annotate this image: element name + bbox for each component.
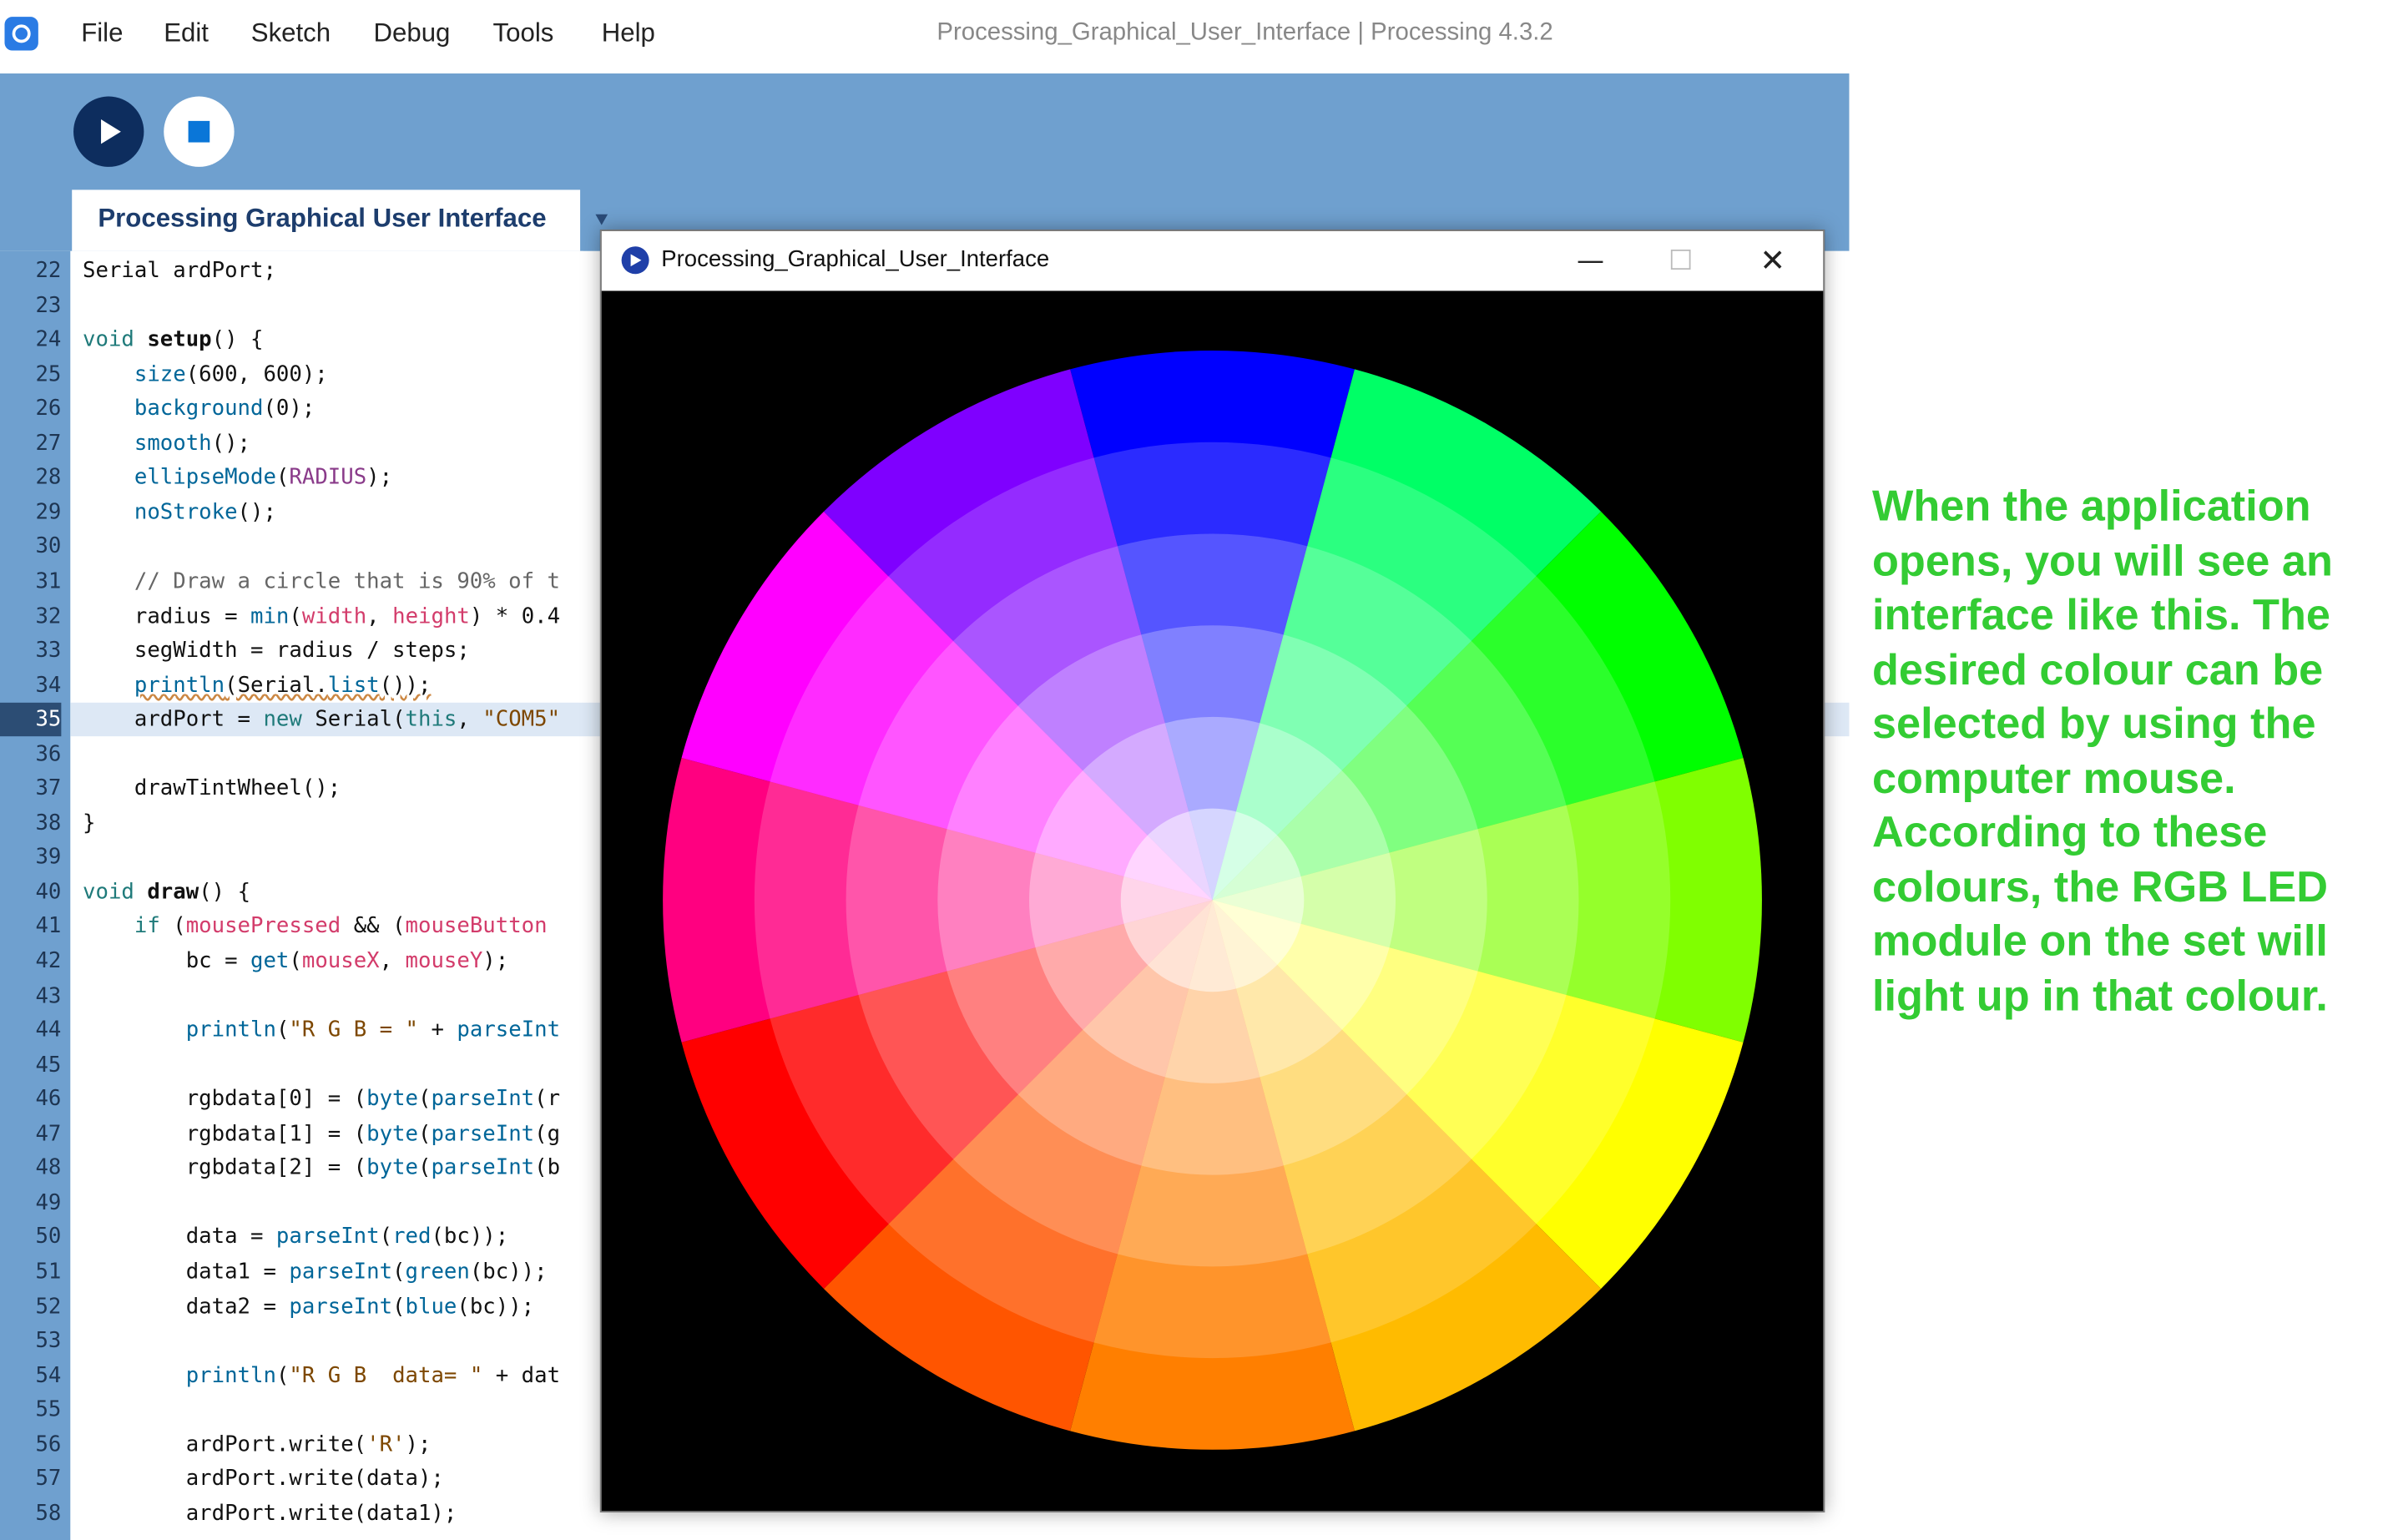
color-wheel[interactable] (602, 290, 1824, 1511)
stage: File Edit Sketch Debug Tools Help Proces… (0, 0, 2388, 1540)
code-text: void draw() { (83, 880, 251, 905)
menu-bar: File Edit Sketch Debug Tools Help Proces… (0, 0, 1850, 75)
code-text: ellipseMode(RADIUS); (134, 466, 393, 491)
line-number: 40 (35, 880, 62, 905)
line-number: 44 (35, 1017, 62, 1043)
line-number: 55 (35, 1397, 62, 1423)
sketch-window: Processing_Graphical_User_Interface — ☐ … (599, 230, 1825, 1512)
line-number: 53 (35, 1328, 62, 1354)
menu-file[interactable]: File (81, 18, 123, 49)
line-number: 50 (35, 1224, 62, 1250)
line-number: 30 (35, 534, 62, 560)
code-text: if (mousePressed && (mouseButton (134, 914, 548, 940)
code-text: smooth(); (134, 431, 251, 457)
code-text: noStroke(); (134, 500, 276, 525)
line-number: 35 (0, 703, 62, 737)
line-number: 47 (35, 1121, 62, 1147)
code-text: ardPort = new Serial(this, "COM5" (83, 707, 561, 732)
line-number: 45 (35, 1053, 62, 1078)
processing-app-icon (621, 246, 649, 275)
menu-edit[interactable]: Edit (164, 18, 209, 49)
line-number: 24 (35, 327, 62, 352)
code-text: Serial ardPort; (83, 258, 276, 284)
line-number: 32 (35, 603, 62, 629)
line-number: 27 (35, 431, 62, 457)
line-number: 33 (35, 638, 62, 664)
code-text: println("R G B data= " + dat (185, 1363, 561, 1388)
code-text: segWidth = radius / steps; (83, 638, 470, 664)
code-text: rgbdata[0] = (byte(parseInt(r (83, 1087, 561, 1112)
stop-button[interactable] (164, 96, 235, 167)
line-number: 46 (35, 1087, 62, 1112)
code-text: size(600, 600); (134, 361, 328, 387)
code-text: rgbdata[1] = (byte(parseInt(g (83, 1121, 561, 1147)
line-number: 49 (35, 1190, 62, 1215)
line-number: 52 (35, 1294, 62, 1319)
line-number: 28 (35, 466, 62, 491)
window-title: Processing_Graphical_User_Interface | Pr… (937, 19, 1553, 47)
line-number: 42 (35, 949, 62, 974)
code-text: ardPort.write(data1); (83, 1501, 457, 1527)
code-text: drawTintWheel(); (83, 776, 341, 801)
processing-logo-icon (4, 17, 38, 51)
code-text: data1 = parseInt(green(bc)); (83, 1260, 548, 1285)
line-number: 26 (35, 396, 62, 422)
menu-tools[interactable]: Tools (493, 18, 554, 49)
code-text: ardPort.write('R'); (83, 1432, 432, 1457)
code-text: data2 = parseInt(blue(bc)); (83, 1294, 535, 1319)
line-number: 43 (35, 983, 62, 1008)
line-number: 48 (35, 1156, 62, 1181)
sketch-window-titlebar[interactable]: Processing_Graphical_User_Interface — ☐ … (601, 230, 1824, 291)
code-text: rgbdata[2] = (byte(parseInt(b (83, 1156, 561, 1181)
code-text: radius = min(width, height) * 0.4 (83, 603, 561, 629)
code-text: // Draw a circle that is 90% of t (134, 569, 561, 594)
menu-help[interactable]: Help (602, 18, 655, 49)
line-number-gutter: 22 23 24 25 26 27 28 29 30 31 32 33 34 35 36 37 38 39 40 41… (0, 250, 71, 1540)
line-number: 25 (35, 361, 62, 387)
line-number: 31 (35, 569, 62, 594)
line-number: 51 (35, 1260, 62, 1285)
maximize-button[interactable]: ☐ (1637, 231, 1725, 291)
code-text: ardPort.write(data); (83, 1467, 444, 1492)
code-text: data = parseInt(red(bc)); (83, 1224, 509, 1250)
line-number: 56 (35, 1432, 62, 1457)
code-text: bc = get(mouseX, mouseY); (83, 949, 509, 974)
play-icon (101, 119, 121, 144)
code-text: println("R G B = " + parseInt (185, 1017, 561, 1043)
line-number: 58 (35, 1501, 62, 1527)
code-text: background(0); (134, 396, 316, 422)
line-number: 23 (35, 293, 62, 318)
close-button[interactable]: ✕ (1729, 231, 1817, 291)
line-number: 38 (35, 810, 62, 836)
code-text: void setup() { (83, 327, 264, 352)
line-number: 29 (35, 500, 62, 525)
sketch-window-title: Processing_Graphical_User_Interface (661, 246, 1050, 273)
code-text: } (83, 810, 96, 836)
minimize-button[interactable]: — (1546, 231, 1634, 291)
line-number: 39 (35, 845, 62, 871)
tab-sketch[interactable]: Processing Graphical User Interface (72, 189, 581, 251)
code-text: println(Serial.list()); (134, 673, 432, 698)
line-number: 36 (35, 741, 62, 767)
tab-label: Processing Graphical User Interface (98, 203, 547, 233)
line-number: 54 (35, 1363, 62, 1388)
caption-text: When the application opens, you will see… (1871, 482, 2333, 1021)
menu-debug[interactable]: Debug (373, 18, 450, 49)
line-number: 22 (35, 258, 62, 284)
line-number: 37 (35, 776, 62, 801)
line-number: 57 (35, 1467, 62, 1492)
stop-icon (188, 120, 210, 143)
line-number: 34 (35, 673, 62, 698)
menu-sketch[interactable]: Sketch (251, 18, 331, 49)
line-number: 41 (35, 914, 62, 940)
run-button[interactable] (73, 96, 144, 167)
